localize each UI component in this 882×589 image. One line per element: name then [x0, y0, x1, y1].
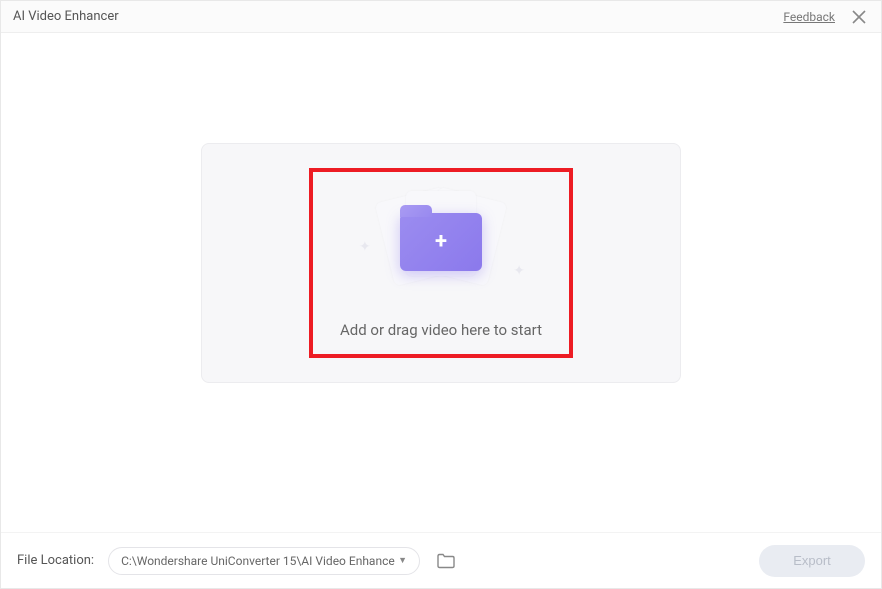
close-button[interactable]	[849, 7, 869, 27]
dropzone-graphic: ✦ ✦ +	[351, 187, 531, 297]
plus-icon: +	[435, 231, 447, 253]
main-content: ✦ ✦ + Add or drag video here to start	[1, 33, 881, 532]
file-location-label: File Location:	[17, 553, 94, 568]
dropzone-panel: ✦ ✦ + Add or drag video here to start	[201, 143, 681, 383]
open-folder-button[interactable]	[434, 549, 458, 573]
title-bar: AI Video Enhancer Feedback	[1, 1, 881, 33]
feedback-link[interactable]: Feedback	[783, 10, 835, 24]
add-video-dropzone[interactable]: ✦ ✦ + Add or drag video here to start	[309, 168, 573, 358]
sparkle-icon: ✦	[359, 239, 371, 255]
close-icon	[852, 10, 866, 24]
app-title: AI Video Enhancer	[13, 9, 119, 24]
file-location-path: C:\Wondershare UniConverter 15\AI Video …	[121, 554, 395, 568]
file-location-dropdown[interactable]: C:\Wondershare UniConverter 15\AI Video …	[108, 547, 420, 575]
folder-icon	[437, 553, 455, 569]
dropzone-instruction: Add or drag video here to start	[340, 321, 542, 339]
folder-plus-icon: +	[400, 213, 482, 271]
chevron-down-icon: ▼	[398, 555, 407, 566]
header-actions: Feedback	[783, 7, 869, 27]
export-button[interactable]: Export	[759, 545, 865, 577]
footer-bar: File Location: C:\Wondershare UniConvert…	[1, 532, 881, 588]
sparkle-icon: ✦	[513, 263, 525, 279]
